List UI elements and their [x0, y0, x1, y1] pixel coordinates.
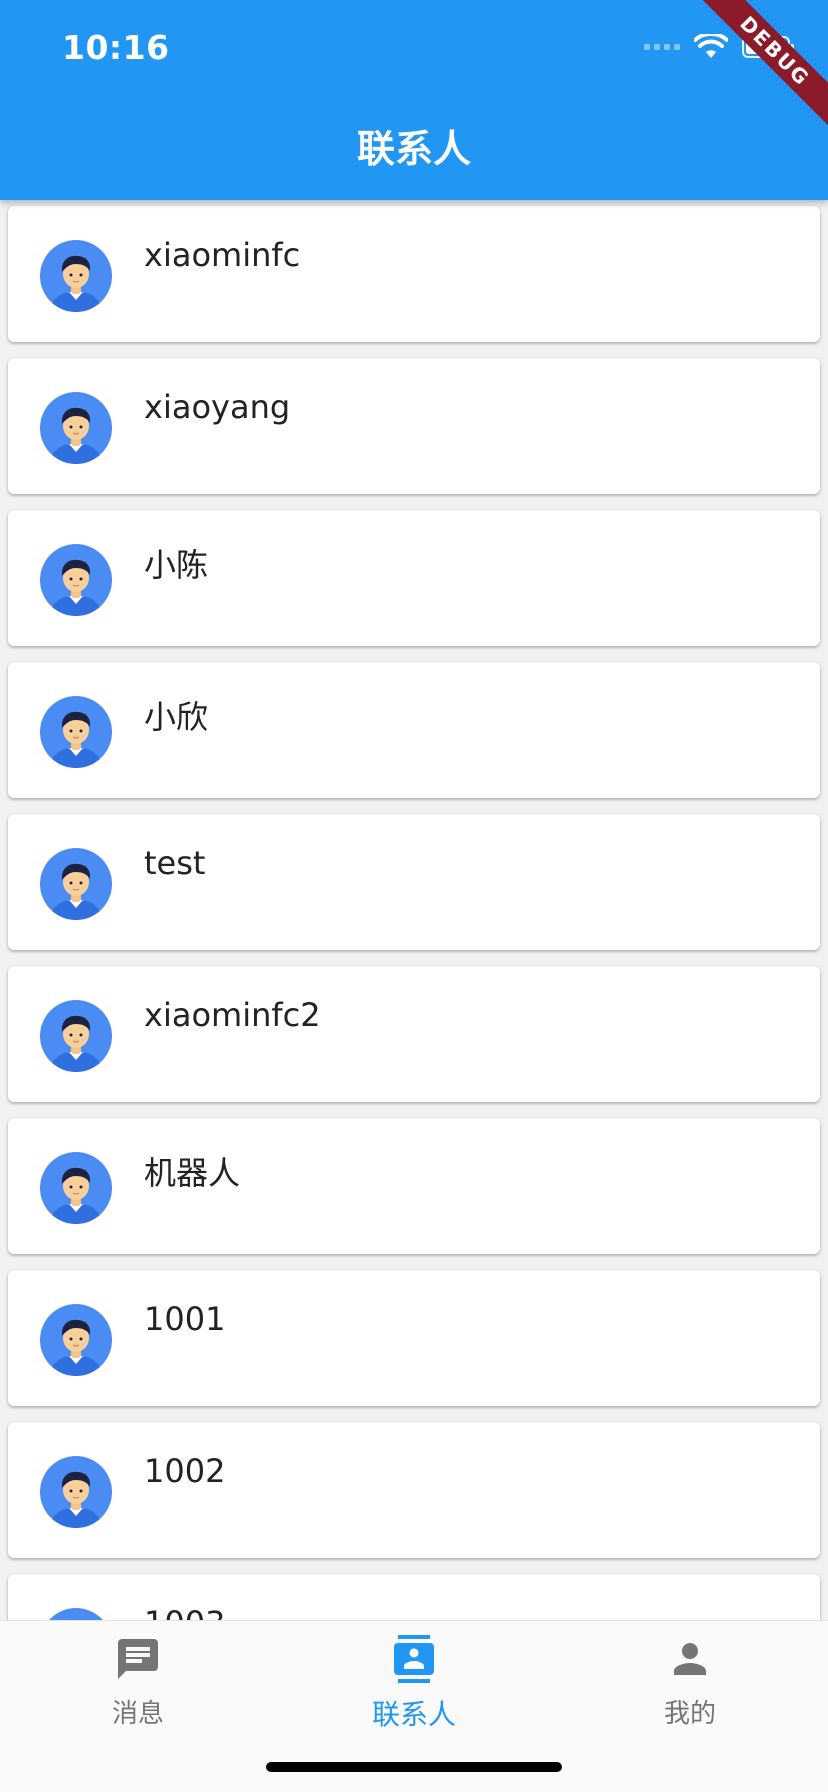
- contact-card[interactable]: test: [8, 814, 820, 950]
- contact-name: 小欣: [144, 698, 209, 736]
- avatar-icon: [40, 240, 112, 312]
- contact-card[interactable]: xiaominfc: [8, 206, 820, 342]
- avatar-icon: [40, 392, 112, 464]
- nav-item-me[interactable]: 我的: [590, 1635, 790, 1745]
- contact-card[interactable]: xiaoyang: [8, 358, 820, 494]
- contact-name: test: [144, 844, 206, 882]
- contact-card[interactable]: 1002: [8, 1422, 820, 1558]
- avatar-icon: [40, 1000, 112, 1072]
- nav-label-me: 我的: [663, 1699, 716, 1729]
- contact-card[interactable]: 小陈: [8, 510, 820, 646]
- contact-name: xiaoyang: [144, 388, 291, 426]
- nav-item-messages[interactable]: 消息: [38, 1635, 238, 1745]
- contact-card[interactable]: 1001: [8, 1270, 820, 1406]
- wifi-icon: [694, 34, 728, 58]
- contact-name: 机器人: [144, 1154, 241, 1192]
- avatar-icon: [40, 1456, 112, 1528]
- nav-label-messages: 消息: [111, 1699, 164, 1729]
- avatar-icon: [40, 1304, 112, 1376]
- home-indicator: [266, 1762, 562, 1772]
- contact-card[interactable]: xiaominfc2: [8, 966, 820, 1102]
- nav-item-contacts[interactable]: 联系人: [314, 1635, 514, 1745]
- contact-list: xiaominfc xiaoyang 小陈 小欣 test xiaominfc2…: [0, 206, 828, 1726]
- app-bar: 10:16 联系人: [0, 0, 828, 200]
- contact-name: 1001: [144, 1300, 226, 1338]
- contact-name: 1002: [144, 1452, 226, 1490]
- contact-name: xiaominfc2: [144, 996, 321, 1034]
- app-root: 10:16 联系人 DEBUG xiaominfc xiaoyang 小陈 小欣…: [0, 0, 828, 1792]
- avatar-icon: [40, 544, 112, 616]
- chat-bubble-icon: [118, 1639, 158, 1679]
- nav-label-contacts: 联系人: [371, 1698, 456, 1731]
- contact-card[interactable]: 机器人: [8, 1118, 820, 1254]
- avatar-icon: [40, 1152, 112, 1224]
- avatar-icon: [40, 848, 112, 920]
- contact-name: xiaominfc: [144, 236, 301, 274]
- avatar-icon: [40, 696, 112, 768]
- contacts-icon: [394, 1635, 434, 1683]
- contact-card[interactable]: 小欣: [8, 662, 820, 798]
- person-icon: [674, 1643, 706, 1675]
- page-title: 联系人: [356, 127, 471, 171]
- status-time: 10:16: [62, 28, 170, 67]
- cellular-signal-icon: [644, 44, 680, 50]
- contact-name: 小陈: [144, 546, 209, 584]
